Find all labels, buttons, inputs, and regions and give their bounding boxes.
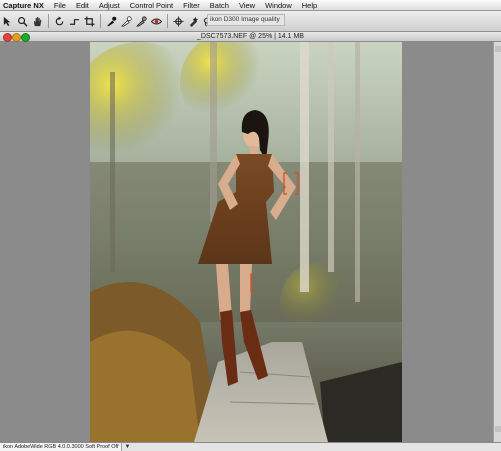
menu-view[interactable]: View	[234, 1, 260, 10]
document-titlebar: _DSC7573.NEF @ 25% | 14.1 MB	[0, 32, 501, 42]
menu-file[interactable]: File	[49, 1, 71, 10]
auto-retouch-icon[interactable]	[187, 14, 200, 28]
menu-batch[interactable]: Batch	[205, 1, 234, 10]
hand-icon[interactable]	[31, 14, 44, 28]
camera-info-label: ikon D300 Image quality	[207, 14, 285, 26]
app-menu[interactable]: Capture NX	[0, 1, 49, 10]
menu-window[interactable]: Window	[260, 1, 297, 10]
crop-icon[interactable]	[83, 14, 96, 28]
vertical-scrollbar[interactable]	[493, 42, 501, 442]
rotate-icon[interactable]	[53, 14, 66, 28]
menu-adjust[interactable]: Adjust	[94, 1, 125, 10]
straighten-icon[interactable]	[68, 14, 81, 28]
toolbar-separator	[167, 14, 168, 28]
menu-bar: Capture NX File Edit Adjust Control Poin…	[0, 0, 501, 11]
neutral-point-icon[interactable]	[135, 14, 148, 28]
color-control-point-icon[interactable]	[172, 14, 185, 28]
document-title: _DSC7573.NEF @ 25% | 14.1 MB	[197, 33, 304, 40]
photo-image	[90, 42, 402, 442]
white-point-icon[interactable]	[120, 14, 133, 28]
menu-control-point[interactable]: Control Point	[125, 1, 178, 10]
menu-filter[interactable]: Filter	[178, 1, 205, 10]
black-point-icon[interactable]	[105, 14, 118, 28]
pointer-icon[interactable]	[1, 14, 14, 28]
menu-edit[interactable]: Edit	[71, 1, 94, 10]
scroll-up-icon[interactable]	[495, 46, 501, 52]
zoom-icon[interactable]	[16, 14, 29, 28]
red-eye-icon[interactable]	[150, 14, 163, 28]
toolbar-separator	[48, 14, 49, 28]
menu-help[interactable]: Help	[297, 1, 322, 10]
toolbar-separator	[100, 14, 101, 28]
image-canvas[interactable]	[0, 42, 493, 442]
scroll-down-icon[interactable]	[495, 426, 501, 432]
